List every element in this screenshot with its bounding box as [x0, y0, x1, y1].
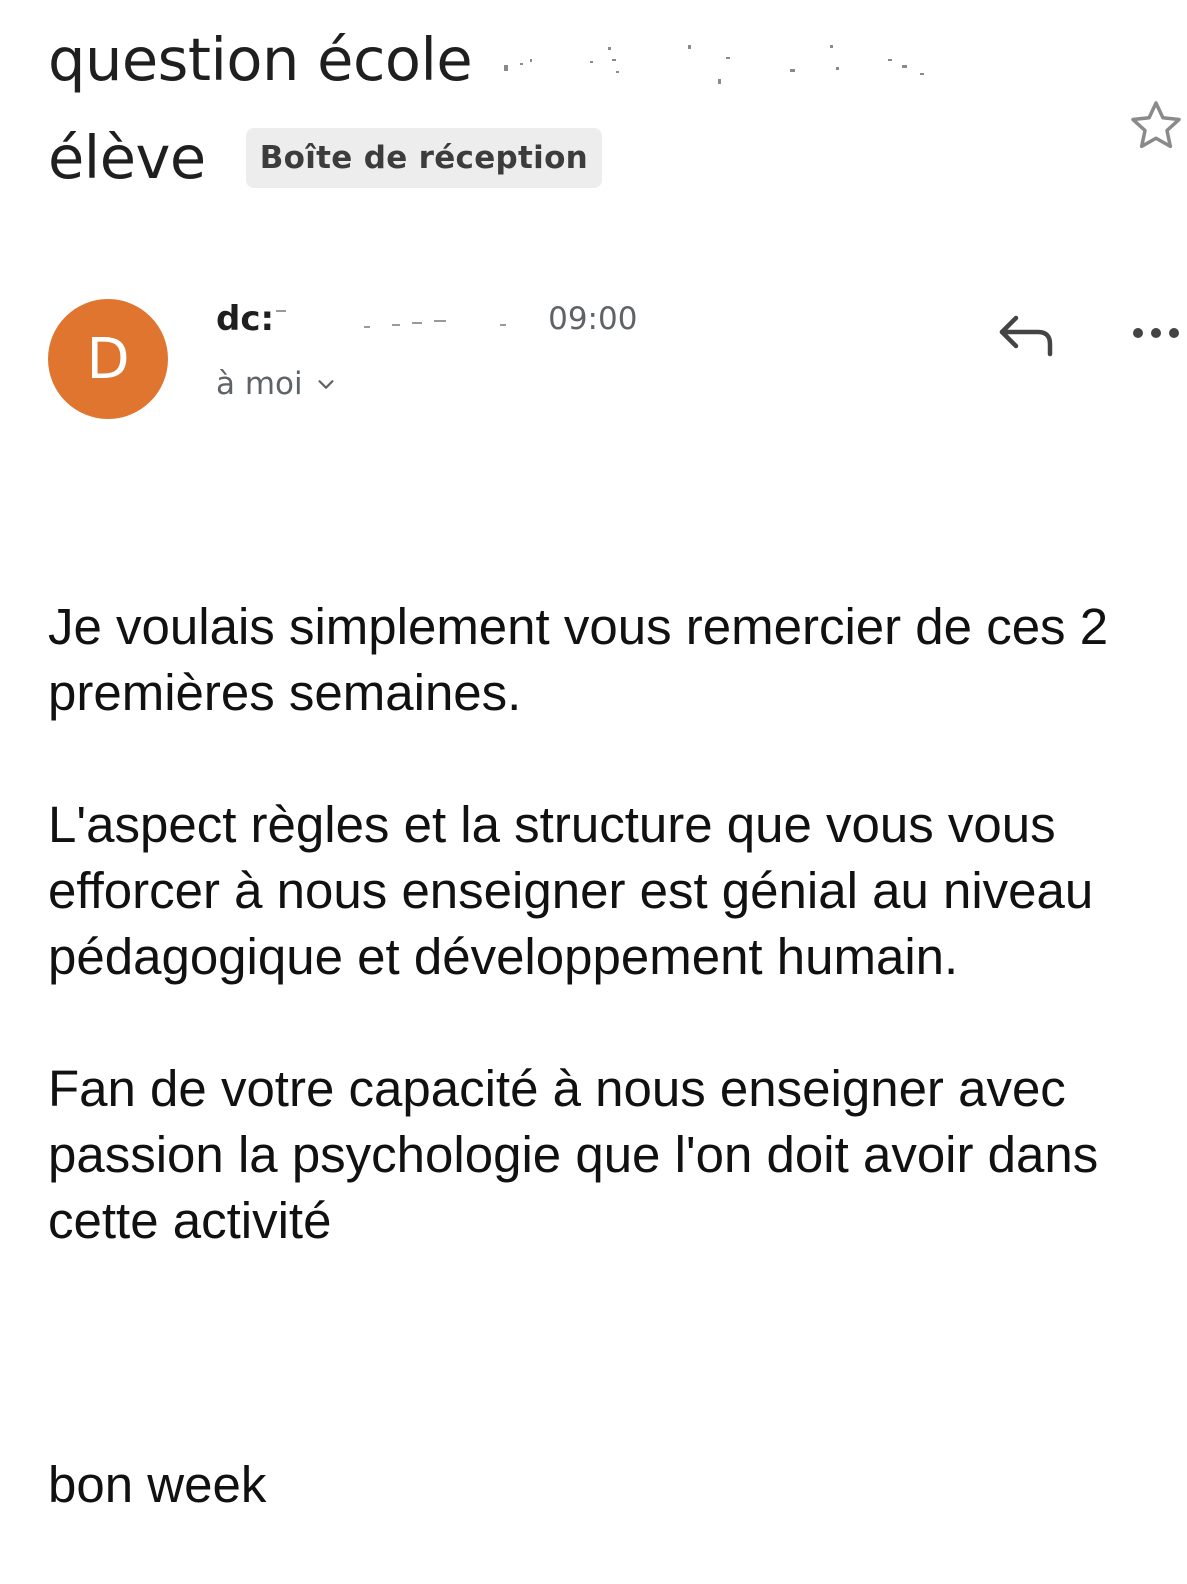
more-horizontal-icon[interactable] [1126, 318, 1186, 348]
recipient-label: à moi [216, 366, 303, 402]
inbox-label-chip[interactable]: Boîte de réception [245, 128, 603, 188]
star-outline-icon[interactable] [1126, 96, 1186, 156]
sender-row[interactable]: dc: 09:00 [216, 297, 637, 341]
sender-avatar[interactable]: D [48, 299, 168, 419]
subject-redaction [490, 39, 940, 89]
sent-time: 09:00 [548, 301, 638, 337]
sender-name: dc: [216, 299, 275, 339]
subject-line-2: élève Boîte de réception [48, 122, 1108, 194]
body-paragraph-1: Je voulais simplement vous remercier de … [48, 598, 1109, 721]
subject-text-2: élève [48, 123, 206, 192]
recipient-row[interactable]: à moi [216, 366, 337, 402]
email-body: Je voulais simplement vous remercier de … [48, 528, 1187, 1584]
subject-line-1: question école [48, 24, 1108, 96]
reply-arrow-icon[interactable] [996, 310, 1056, 360]
body-paragraph-2: L'aspect règles et la structure que vous… [48, 796, 1094, 985]
body-signoff: bon week [48, 1456, 267, 1513]
body-paragraph-3: Fan de votre capacité à nous enseigner a… [48, 1060, 1099, 1249]
avatar-letter: D [86, 326, 130, 392]
email-subject: question école élève Boîte de réception [48, 24, 1108, 194]
subject-text-1: question école [48, 25, 473, 94]
body-spacer [48, 1320, 1187, 1386]
chevron-down-icon[interactable] [315, 373, 337, 395]
sender-redaction [274, 304, 524, 334]
